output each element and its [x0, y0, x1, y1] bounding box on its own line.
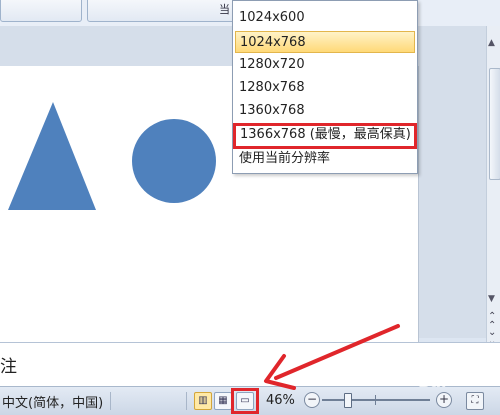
scroll-up-icon[interactable]: ▲: [488, 38, 495, 48]
zoom-level[interactable]: 46%: [266, 393, 295, 408]
zoom-out-button[interactable]: −: [304, 392, 320, 408]
zoom-out-icon: −: [306, 392, 318, 406]
resolution-option[interactable]: 1280x768: [235, 77, 415, 99]
resolution-option-current[interactable]: 使用当前分辨率: [235, 148, 415, 170]
zoom-in-button[interactable]: +: [436, 392, 452, 408]
status-separator: [186, 392, 187, 410]
resolution-option[interactable]: 1280x720: [235, 54, 415, 76]
scroll-down-icon[interactable]: ▼: [488, 294, 495, 304]
fit-window-icon: ⛶: [471, 395, 479, 406]
slide-sorter-button[interactable]: ▦: [214, 392, 232, 410]
zoom-slider-center-tick: [375, 395, 376, 405]
normal-view-icon: ▥: [198, 395, 208, 406]
scroll-thumb[interactable]: [489, 68, 500, 180]
language-indicator[interactable]: 中文(简体，中国): [2, 392, 103, 411]
ribbon-button-left[interactable]: [0, 0, 82, 22]
resolution-dropdown[interactable]: 1024x600 1024x768 1280x720 1280x768 1360…: [232, 0, 418, 174]
slideshow-highlight-box: [231, 388, 259, 414]
resolution-option[interactable]: 1360x768: [235, 100, 415, 122]
watermark: Bai: [418, 372, 447, 391]
zoom-slider-thumb[interactable]: [344, 393, 352, 408]
notes-text: 注: [0, 357, 17, 377]
circle-shape[interactable]: [132, 119, 216, 203]
ribbon-button-right[interactable]: 当: [87, 0, 239, 22]
zoom-slider-track[interactable]: [322, 399, 430, 401]
resolution-option-highlighted[interactable]: 1366x768 (最慢，最高保真): [233, 123, 417, 149]
ribbon-button-glyph: 当: [219, 3, 230, 16]
resolution-option-selected[interactable]: 1024x768: [235, 31, 415, 53]
normal-view-button[interactable]: ▥: [194, 392, 212, 410]
vertical-scrollbar[interactable]: ▲ ▼ ⌃⌃ ⌄⌄: [486, 26, 500, 347]
slide-sorter-icon: ▦: [218, 395, 228, 406]
triangle-shape[interactable]: [8, 102, 96, 210]
status-separator: [110, 392, 111, 410]
resolution-option[interactable]: 1024x600: [235, 7, 415, 29]
zoom-in-icon: +: [438, 392, 450, 406]
fit-window-button[interactable]: ⛶: [466, 392, 484, 410]
